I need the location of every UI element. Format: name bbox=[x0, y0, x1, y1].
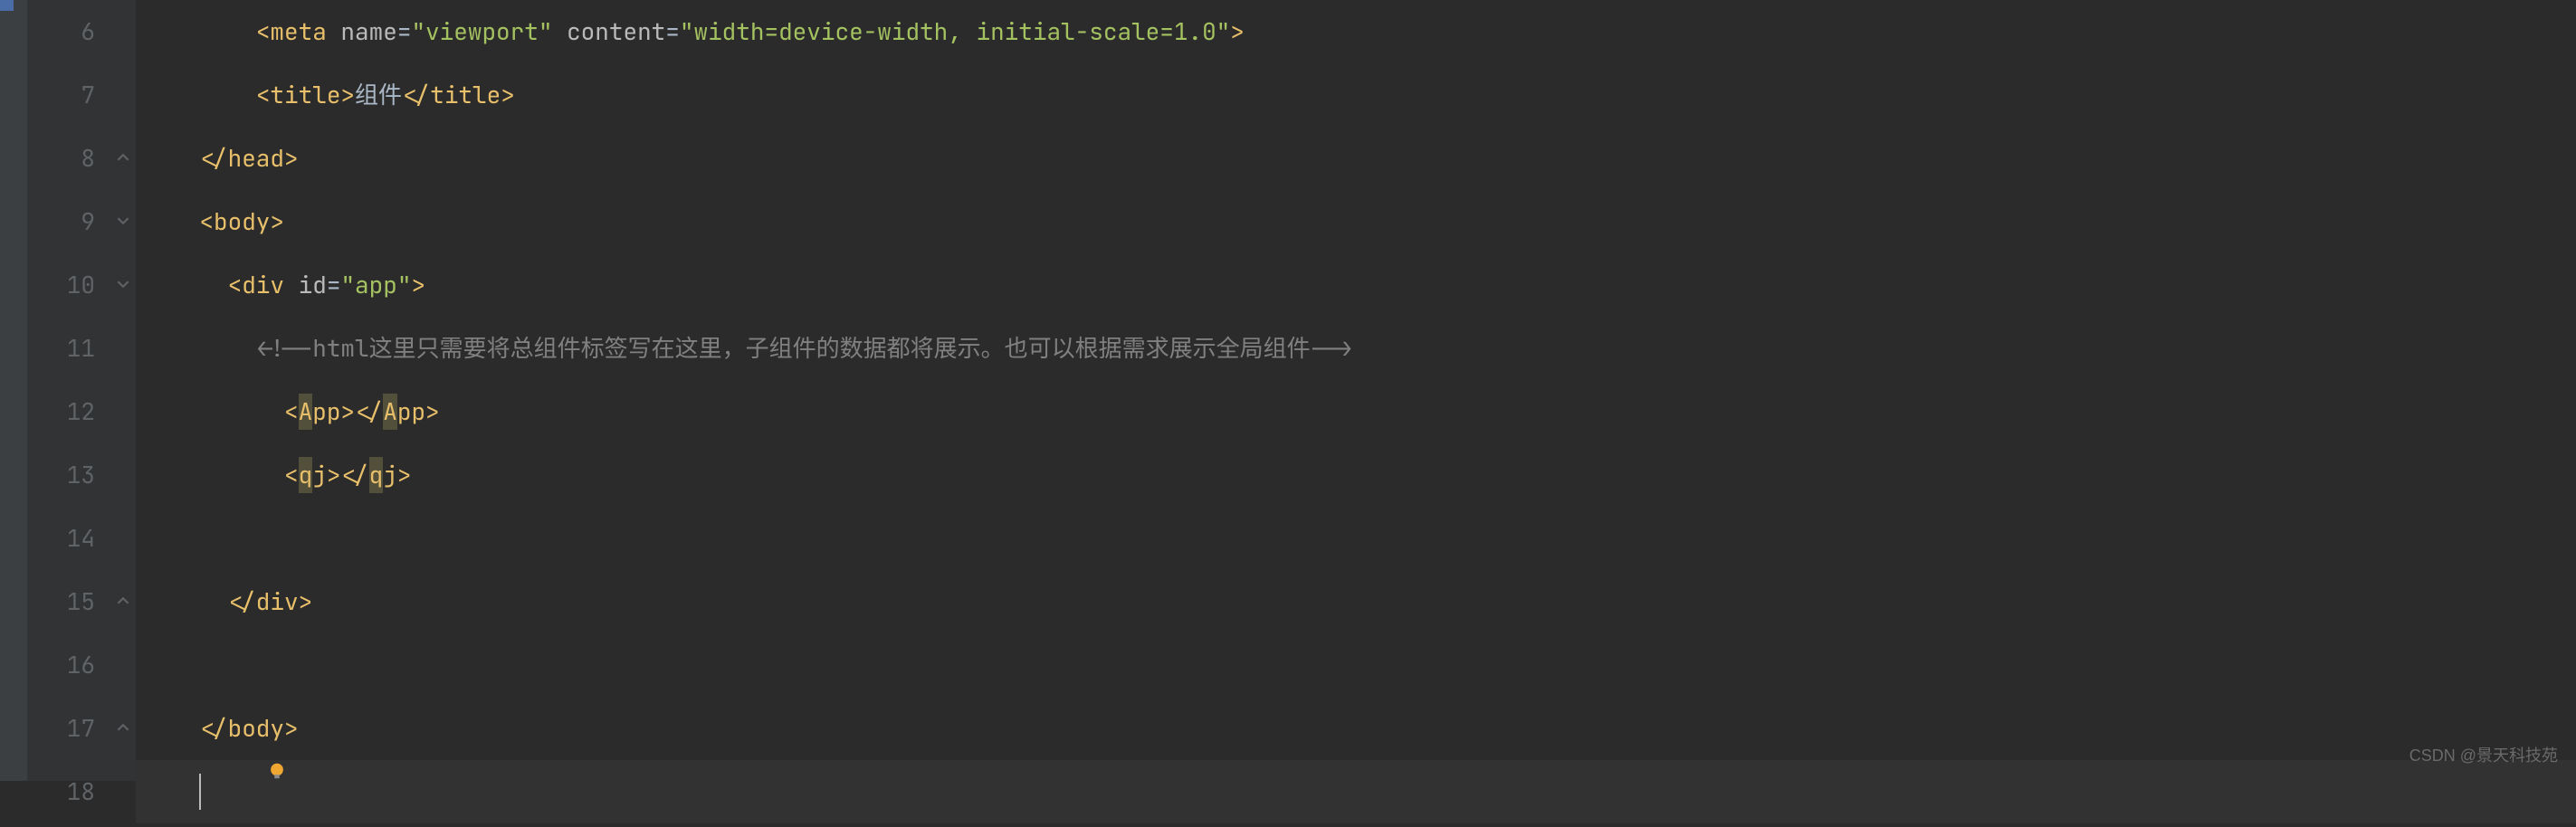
code-line[interactable]: <meta name="viewport" content="width=dev… bbox=[136, 0, 2576, 63]
code-editor[interactable]: 6 7 8 9 10 11 12 13 14 15 16 17 18 < bbox=[0, 0, 2576, 781]
code-line[interactable]: </head> bbox=[136, 127, 2576, 190]
tag-div-close: </div> bbox=[228, 584, 313, 620]
code-line[interactable] bbox=[136, 633, 2576, 697]
tag-meta: <meta bbox=[256, 14, 341, 50]
code-line-current[interactable] bbox=[136, 760, 2576, 823]
code-line[interactable]: <App></App> bbox=[136, 380, 2576, 443]
tag-app: A bbox=[299, 394, 313, 430]
line-number[interactable]: 12 bbox=[27, 380, 113, 443]
line-number[interactable]: 13 bbox=[27, 443, 113, 507]
fold-up-icon[interactable] bbox=[115, 719, 131, 736]
comment-open: <!-- bbox=[256, 330, 312, 366]
line-number[interactable]: 17 bbox=[27, 697, 113, 760]
marker-strip bbox=[0, 0, 27, 781]
fold-down-icon[interactable] bbox=[115, 276, 131, 292]
code-line[interactable]: <!--html这里只需要将总组件标签写在这里，子组件的数据都将展示。也可以根据… bbox=[136, 317, 2576, 380]
line-number[interactable]: 11 bbox=[27, 317, 113, 380]
line-number[interactable]: 6 bbox=[27, 0, 113, 63]
line-number[interactable]: 10 bbox=[27, 253, 113, 317]
tag-title: <title> bbox=[256, 77, 355, 113]
code-line[interactable]: <title>组件</title> bbox=[136, 63, 2576, 127]
line-number[interactable]: 18 bbox=[27, 760, 113, 823]
tag-qj: q bbox=[299, 457, 313, 493]
tag-head-close: </head> bbox=[199, 140, 298, 176]
fold-down-icon[interactable] bbox=[115, 213, 131, 229]
line-number-gutter[interactable]: 6 7 8 9 10 11 12 13 14 15 16 17 18 bbox=[27, 0, 113, 781]
code-line[interactable]: <qj></qj> bbox=[136, 443, 2576, 507]
line-number[interactable]: 15 bbox=[27, 570, 113, 633]
tag-body: <body> bbox=[199, 204, 284, 240]
line-number[interactable]: 14 bbox=[27, 507, 113, 570]
code-line[interactable]: <div id="app"> bbox=[136, 253, 2576, 317]
code-line[interactable]: </div> bbox=[136, 570, 2576, 633]
fold-up-icon[interactable] bbox=[115, 593, 131, 609]
line-number[interactable]: 16 bbox=[27, 633, 113, 697]
watermark-text: CSDN @景天科技苑 bbox=[2409, 737, 2558, 774]
fold-up-icon[interactable] bbox=[115, 149, 131, 166]
code-line[interactable]: </body> bbox=[136, 697, 2576, 760]
code-line[interactable] bbox=[136, 507, 2576, 570]
tag-div: <div bbox=[228, 267, 299, 303]
line-number[interactable]: 7 bbox=[27, 63, 113, 127]
code-line[interactable]: <body> bbox=[136, 190, 2576, 253]
fold-column[interactable] bbox=[113, 0, 136, 781]
line-number[interactable]: 9 bbox=[27, 190, 113, 253]
intention-bulb-icon[interactable] bbox=[154, 718, 174, 738]
code-content[interactable]: <meta name="viewport" content="width=dev… bbox=[136, 0, 2576, 781]
change-marker bbox=[0, 0, 14, 11]
line-number[interactable]: 8 bbox=[27, 127, 113, 190]
tag-body-close: </body> bbox=[199, 710, 298, 746]
